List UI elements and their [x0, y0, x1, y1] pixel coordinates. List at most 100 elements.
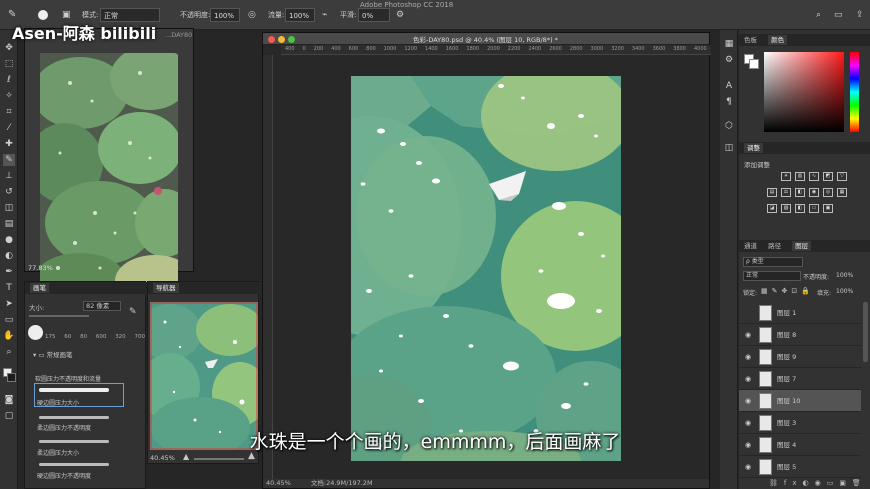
- path-select-tool-icon[interactable]: ➤: [3, 298, 15, 310]
- opacity-input[interactable]: 100%: [210, 8, 240, 22]
- fill-input[interactable]: 100%: [836, 288, 853, 295]
- properties-panel-icon[interactable]: ⚙: [723, 54, 735, 66]
- layer-filter-select[interactable]: ρ 类型: [743, 257, 803, 267]
- preset-size[interactable]: 60: [64, 334, 71, 340]
- eyedropper-tool-icon[interactable]: ⁄: [3, 122, 15, 134]
- tab-swatches[interactable]: 色板: [744, 36, 757, 44]
- history-brush-icon[interactable]: ↺: [3, 186, 15, 198]
- dodge-tool-icon[interactable]: ◐: [3, 250, 15, 262]
- brush-size-slider[interactable]: [29, 315, 89, 317]
- posterize-icon[interactable]: ▨: [781, 204, 791, 213]
- background-color-swatch[interactable]: [7, 373, 16, 382]
- 3d-panel-icon[interactable]: ⬡: [723, 120, 735, 132]
- tab-color[interactable]: 颜色: [768, 35, 788, 45]
- brush-preset-picker[interactable]: [38, 10, 48, 20]
- threshold-icon[interactable]: ◧: [795, 204, 805, 213]
- layer-actions-bar[interactable]: ⛓fx◐◉▭▣🗑: [739, 478, 870, 489]
- vibrance-adjust-icon[interactable]: ▽: [837, 172, 847, 181]
- workspace-icon[interactable]: ▭: [834, 8, 843, 22]
- brush-item-selected[interactable]: 硬边圆压力大小: [37, 398, 79, 407]
- gear-icon[interactable]: ⚙: [396, 8, 404, 22]
- airbrush-icon[interactable]: ⌁: [322, 8, 327, 22]
- black-white-icon[interactable]: ◧: [795, 188, 805, 197]
- visibility-eye-icon[interactable]: ◉: [743, 368, 753, 390]
- quick-mask-icon[interactable]: ◙: [3, 394, 15, 406]
- exposure-adjust-icon[interactable]: ◩: [823, 172, 833, 181]
- layer-opacity-input[interactable]: 100%: [836, 272, 853, 279]
- gradient-map-icon[interactable]: ▭: [809, 204, 819, 213]
- tab-navigator[interactable]: 导航器: [153, 283, 179, 293]
- layer-name[interactable]: 图层 9: [777, 346, 796, 368]
- search-icon[interactable]: ⌕: [816, 8, 821, 22]
- layer-row[interactable]: 图层 1: [739, 302, 861, 324]
- curves-adjust-icon[interactable]: ∿: [809, 172, 819, 181]
- preset-size[interactable]: 320: [115, 334, 126, 340]
- preset-size[interactable]: 175: [45, 334, 56, 340]
- pressure-opacity-icon[interactable]: ◎: [248, 8, 256, 22]
- reference-photo-window[interactable]: 77.83% ...DAY80: [24, 28, 194, 288]
- flow-input[interactable]: 100%: [285, 8, 315, 22]
- tab-paths[interactable]: 路径: [768, 242, 781, 250]
- zoom-tool-icon[interactable]: ⌕: [3, 346, 15, 358]
- hand-tool-icon[interactable]: ✋: [3, 330, 15, 342]
- brush-group-folder[interactable]: ▾ ▭ 常规画笔: [33, 349, 73, 359]
- gradient-tool-icon[interactable]: ▤: [3, 218, 15, 230]
- magic-wand-tool-icon[interactable]: ✧: [3, 90, 15, 102]
- layer-row[interactable]: ◉ 图层 9: [739, 346, 861, 368]
- layer-row[interactable]: ◉ 图层 5: [739, 456, 861, 478]
- healing-tool-icon[interactable]: ✚: [3, 138, 15, 150]
- lock-icons[interactable]: ▦✎✥⊡🔒: [761, 287, 814, 295]
- preset-size[interactable]: 600: [96, 334, 107, 340]
- levels-adjust-icon[interactable]: ▥: [795, 172, 805, 181]
- layer-row[interactable]: ◉ 图层 8: [739, 324, 861, 346]
- visibility-eye-icon[interactable]: ◉: [743, 390, 753, 412]
- document-zoom-readout[interactable]: 40.45%: [266, 479, 291, 487]
- visibility-eye-icon[interactable]: ◉: [743, 346, 753, 368]
- share-icon[interactable]: ⇪: [856, 8, 864, 22]
- eraser-tool-icon[interactable]: ◫: [3, 202, 15, 214]
- lasso-tool-icon[interactable]: ℓ: [3, 74, 15, 86]
- tab-channels[interactable]: 通道: [744, 242, 757, 250]
- brush-size-input[interactable]: 82 像素: [83, 301, 121, 311]
- history-panel-icon[interactable]: ▦: [723, 38, 735, 50]
- layer-row[interactable]: ◉ 图层 10: [739, 390, 861, 412]
- brightness-adjust-icon[interactable]: ☀: [781, 172, 791, 181]
- color-balance-icon[interactable]: ⚖: [781, 188, 791, 197]
- type-tool-icon[interactable]: T: [3, 282, 15, 294]
- color-picker-field[interactable]: [764, 52, 844, 132]
- selective-color-icon[interactable]: ▣: [823, 204, 833, 213]
- brush-item[interactable]: 软圆压力不透明度和流量: [35, 374, 101, 383]
- brush-edit-icon[interactable]: ✎: [129, 307, 137, 317]
- zoom-window-button[interactable]: [288, 36, 295, 43]
- brush-preset-thumbnail[interactable]: [28, 325, 43, 340]
- brush-tool-icon[interactable]: ✎: [3, 154, 15, 166]
- invert-icon[interactable]: ◪: [767, 204, 777, 213]
- layer-name[interactable]: 图层 5: [777, 456, 796, 478]
- layer-name[interactable]: 图层 10: [777, 390, 800, 412]
- vertical-ruler[interactable]: [263, 55, 273, 482]
- hue-saturation-icon[interactable]: ▤: [767, 188, 777, 197]
- paragraph-panel-icon[interactable]: ¶: [723, 96, 735, 108]
- layer-row[interactable]: ◉ 图层 7: [739, 368, 861, 390]
- screen-mode-icon[interactable]: ▢: [3, 410, 15, 422]
- libraries-panel-icon[interactable]: ◫: [723, 142, 735, 154]
- document-info[interactable]: 文档:24.9M/197.2M: [311, 479, 373, 487]
- brush-item[interactable]: 硬边圆压力不透明度: [37, 471, 91, 480]
- painting-canvas[interactable]: [351, 76, 621, 461]
- layer-name[interactable]: 图层 8: [777, 324, 796, 346]
- blur-tool-icon[interactable]: ●: [3, 234, 15, 246]
- background-color-swatch[interactable]: [749, 59, 759, 69]
- smoothing-input[interactable]: 0%: [358, 8, 390, 22]
- layers-scrollbar[interactable]: [863, 302, 868, 362]
- pen-tool-icon[interactable]: ✒: [3, 266, 15, 278]
- photo-filter-icon[interactable]: ◉: [809, 188, 819, 197]
- blend-mode-select[interactable]: 正常: [743, 271, 801, 281]
- shape-tool-icon[interactable]: ▭: [3, 314, 15, 326]
- layer-name[interactable]: 图层 1: [777, 302, 796, 324]
- tab-brushes[interactable]: 画笔: [30, 283, 49, 293]
- navigator-zoom-slider[interactable]: [194, 458, 244, 460]
- tab-layers[interactable]: 图层: [792, 241, 812, 251]
- visibility-eye-icon[interactable]: ◉: [743, 456, 753, 478]
- hue-slider[interactable]: [850, 52, 859, 132]
- marquee-tool-icon[interactable]: ⬚: [3, 58, 15, 70]
